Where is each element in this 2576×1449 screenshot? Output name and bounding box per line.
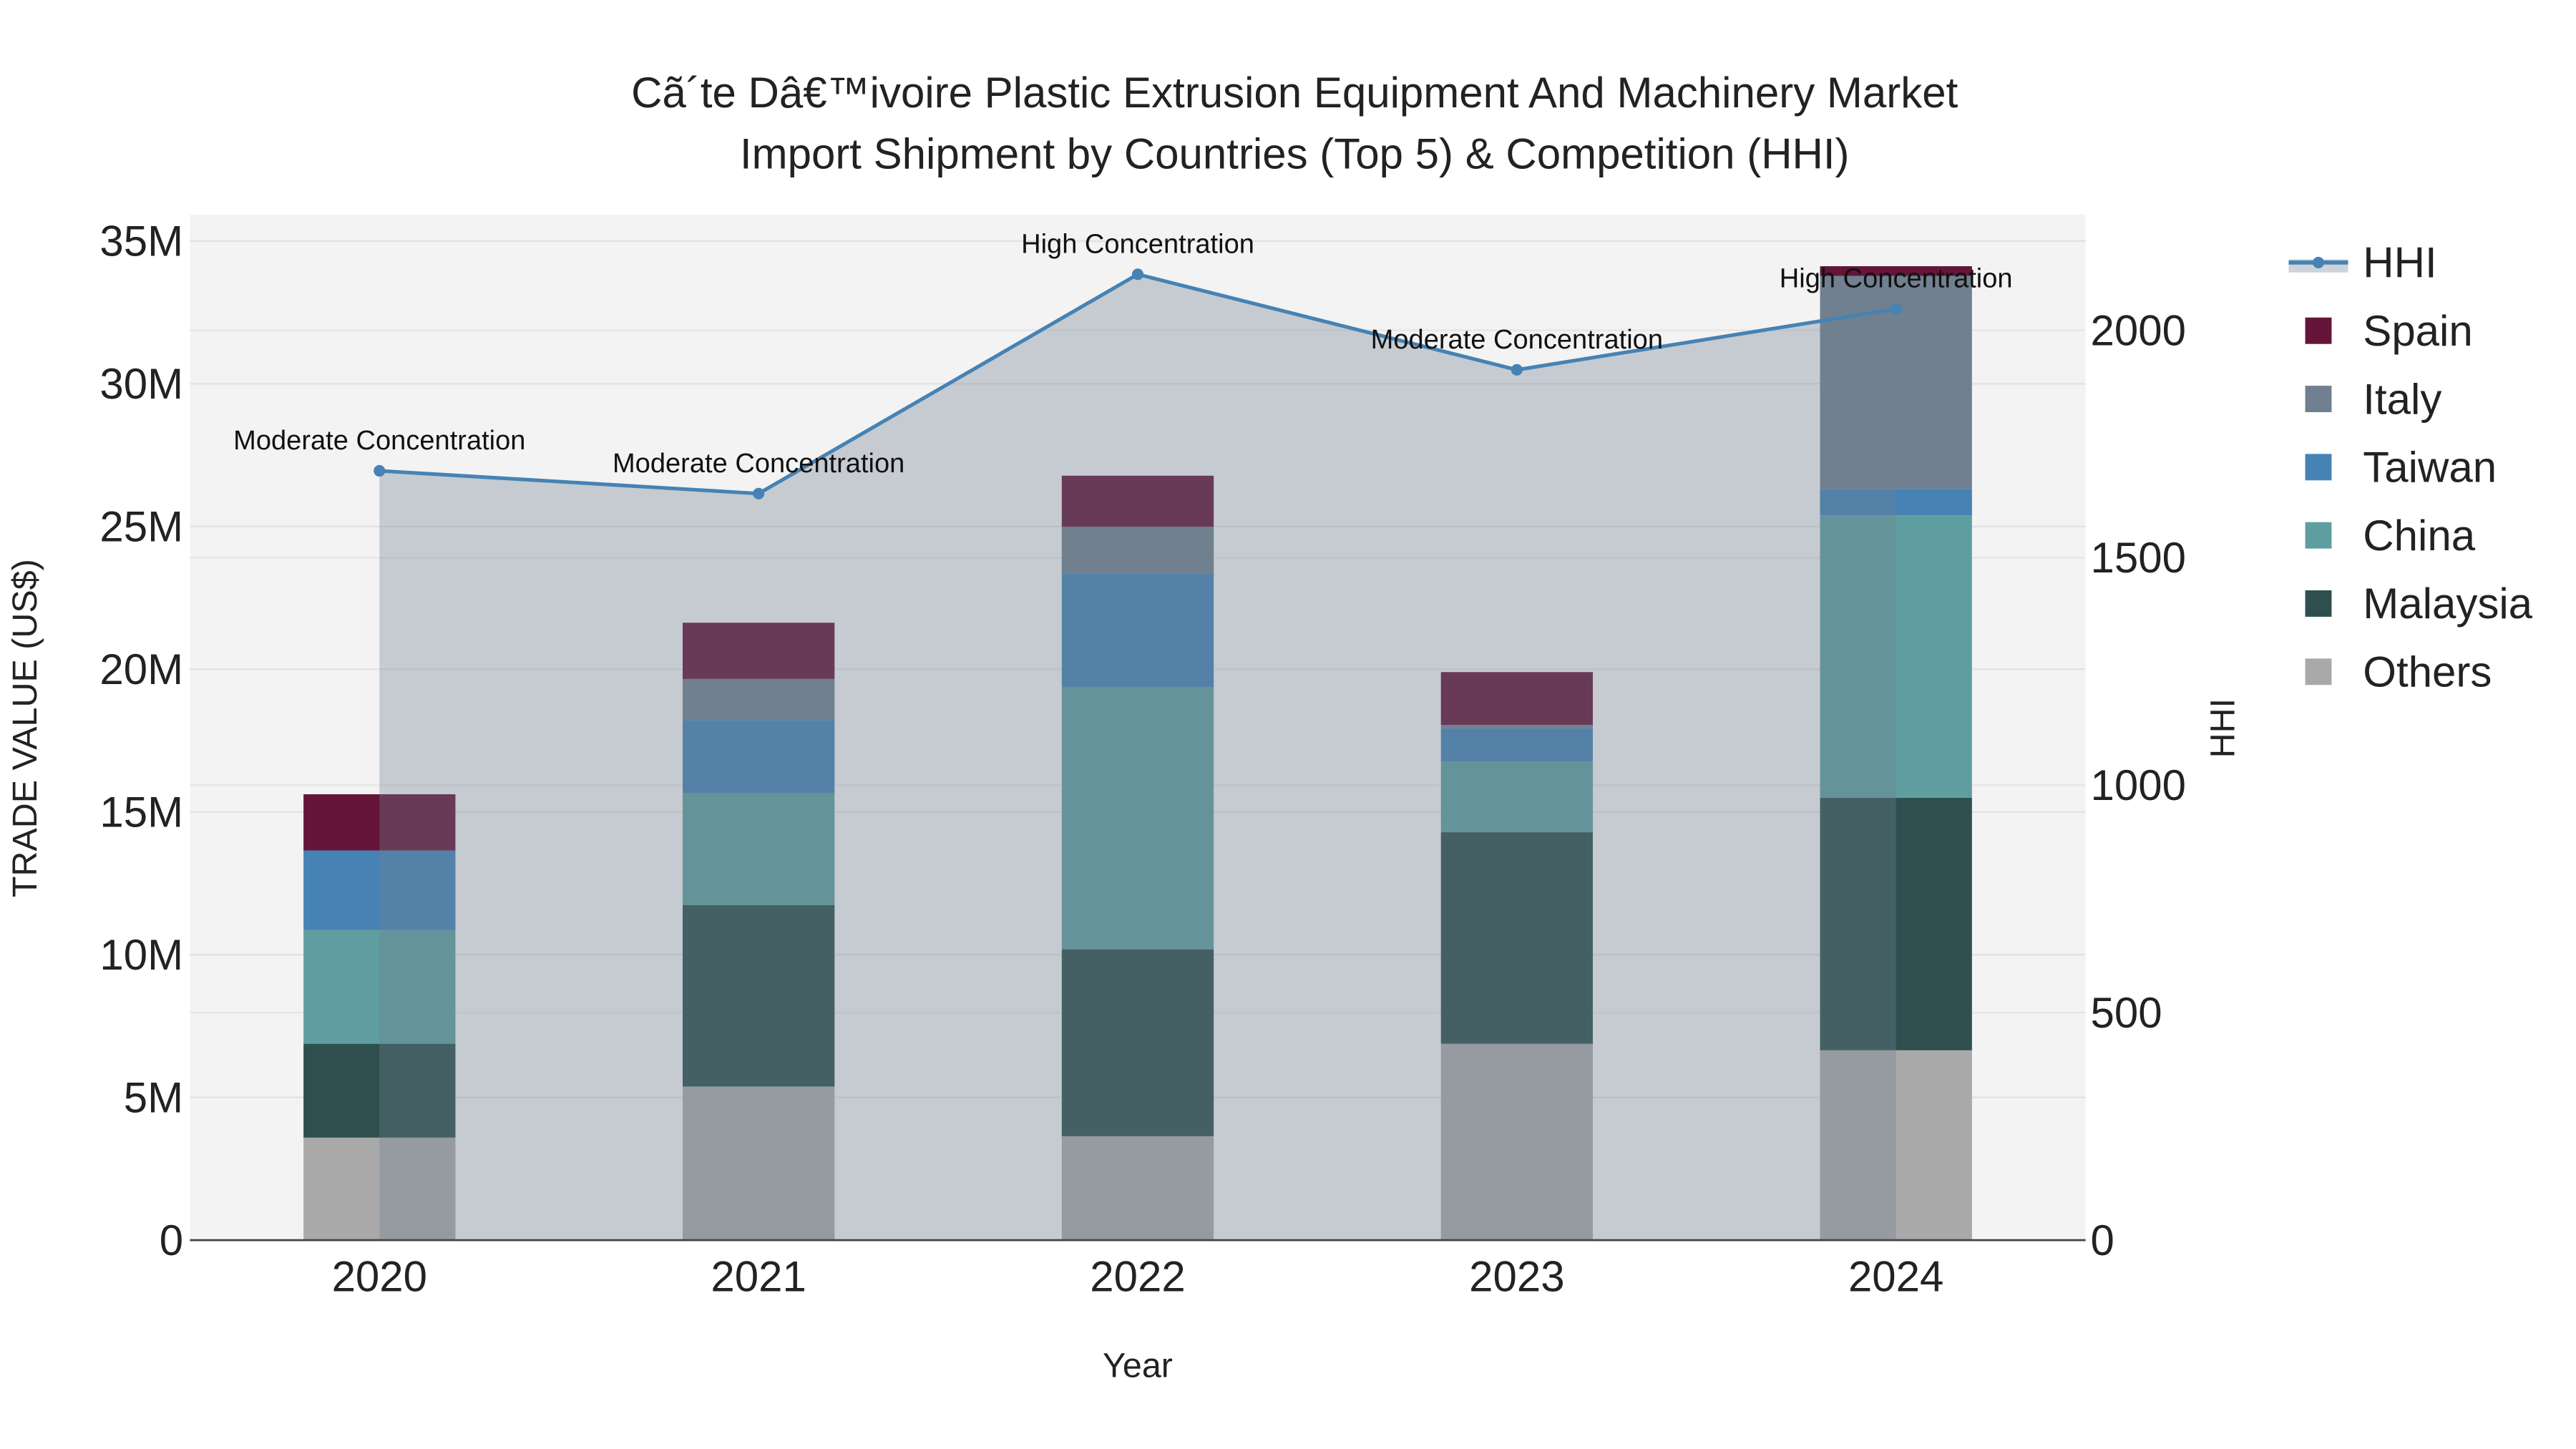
hhi-point-2021 (753, 487, 765, 499)
legend-label-spain: Spain (2363, 307, 2472, 355)
x-tick-label: 2023 (1469, 1253, 1564, 1301)
legend-swatch-china (2305, 522, 2332, 549)
legend-label-others: Others (2363, 648, 2492, 696)
legend-swatch-malaysia (2305, 590, 2332, 617)
y-tick-label: 15M (99, 788, 183, 836)
y-tick-label: 10M (99, 931, 183, 979)
y-tick-label: 25M (99, 503, 183, 551)
x-tick-label: 2020 (332, 1253, 427, 1301)
y-tick-label: 35M (99, 218, 183, 265)
y-tick-label: 0 (160, 1216, 183, 1264)
legend-swatch-hhi-point (2312, 256, 2325, 268)
legend-swatch-taiwan (2305, 454, 2332, 481)
x-axis-title: Year (1103, 1347, 1173, 1385)
chart: Moderate Concentration Moderate Concentra… (6, 69, 2533, 1385)
hhi-annotation: Moderate Concentration (613, 449, 904, 479)
legend-label-italy: Italy (2363, 375, 2441, 423)
chart-title-line1: Cã´te Dâ€™ivoire Plastic Extrusion Equip… (631, 69, 1958, 117)
hhi-annotation: Moderate Concentration (1371, 325, 1663, 355)
legend-swatch-others (2305, 658, 2332, 686)
y-tick-label: 30M (99, 360, 183, 408)
x-tick-label: 2022 (1090, 1253, 1185, 1301)
legend-swatch-spain (2305, 317, 2332, 344)
hhi-point-2024 (1890, 303, 1902, 315)
x-tick-label: 2021 (711, 1253, 806, 1301)
y-tick-label: 5M (124, 1073, 183, 1121)
hhi-annotation: High Concentration (1021, 229, 1254, 259)
hhi-annotation: High Concentration (1780, 264, 2013, 294)
y2-tick-label: 1500 (2091, 534, 2186, 582)
legend-swatch-italy (2305, 386, 2332, 412)
hhi-annotation: Moderate Concentration (233, 426, 525, 456)
y2-tick-label: 1000 (2091, 761, 2186, 809)
y2-tick-label: 500 (2091, 989, 2162, 1037)
y-axis-title: TRADE VALUE (US$) (6, 559, 44, 897)
y2-axis-title: HHI (2203, 698, 2242, 758)
y2-tick-label: 0 (2091, 1216, 2114, 1264)
hhi-point-2022 (1131, 268, 1144, 280)
x-tick-label: 2024 (1848, 1253, 1943, 1301)
legend-label-taiwan: Taiwan (2363, 444, 2497, 492)
y2-tick-label: 2000 (2091, 306, 2186, 354)
chart-title-line2: Import Shipment by Countries (Top 5) & C… (740, 130, 1850, 177)
legend-label-malaysia: Malaysia (2363, 580, 2532, 628)
hhi-point-2023 (1511, 364, 1523, 376)
y-tick-label: 20M (99, 645, 183, 693)
legend-label-china: China (2363, 512, 2475, 560)
legend-label-hhi: HHI (2363, 239, 2436, 287)
hhi-point-2020 (374, 464, 386, 477)
